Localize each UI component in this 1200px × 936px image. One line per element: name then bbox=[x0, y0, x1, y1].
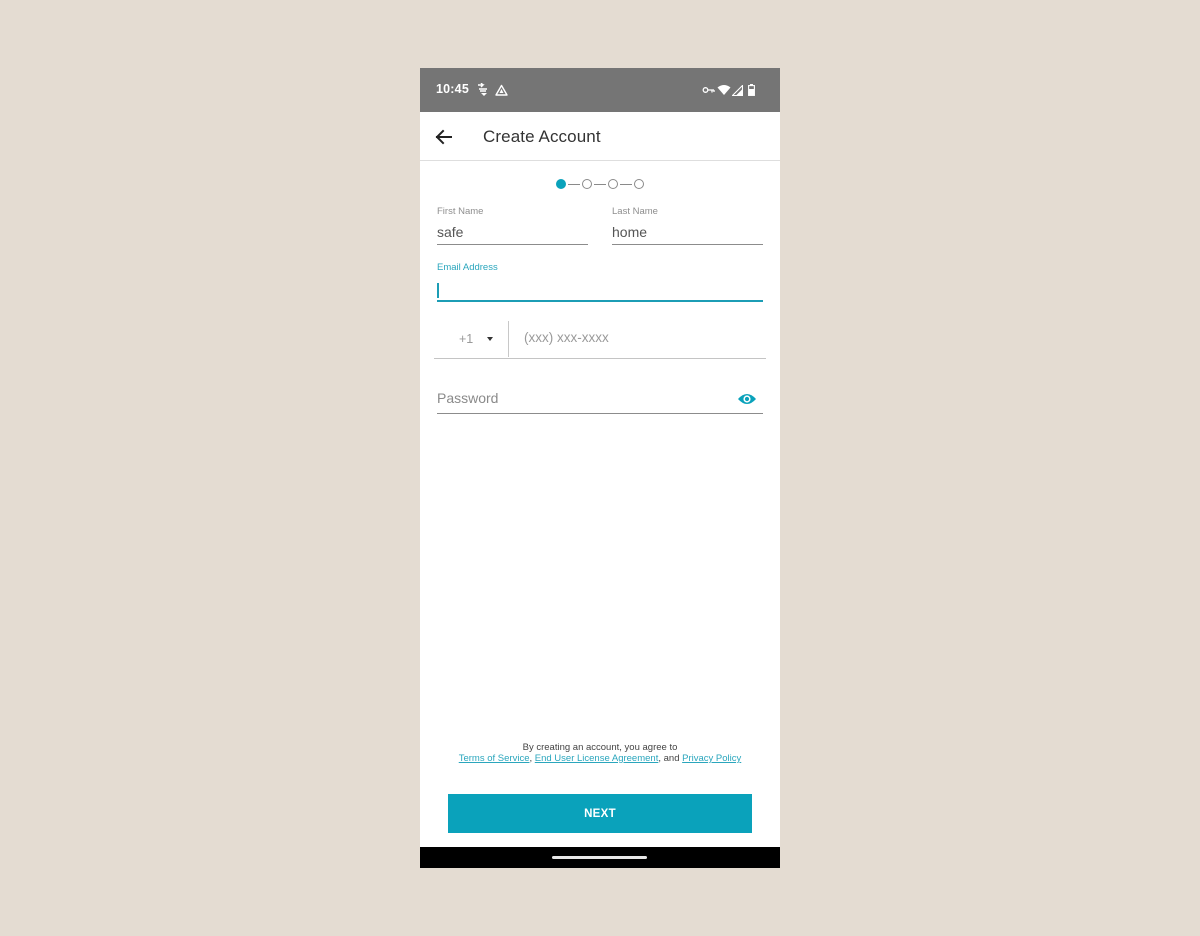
page-title: Create Account bbox=[483, 127, 601, 146]
status-bar: 10:45 bbox=[420, 68, 780, 112]
terms-of-service-link[interactable]: Terms of Service bbox=[459, 753, 530, 764]
step-4-indicator bbox=[634, 179, 644, 189]
password-input[interactable] bbox=[437, 390, 727, 406]
password-underline bbox=[437, 413, 763, 414]
eula-link[interactable]: End User License Agreement bbox=[535, 753, 659, 764]
system-navigation-bar bbox=[420, 847, 780, 868]
privacy-policy-link[interactable]: Privacy Policy bbox=[682, 753, 741, 764]
drive-icon bbox=[495, 82, 508, 98]
step-connector bbox=[620, 183, 632, 185]
first-name-input[interactable] bbox=[437, 224, 588, 240]
step-1-indicator bbox=[556, 179, 566, 189]
phone-screen: 10:45 Create Account First Name safe Las… bbox=[420, 68, 780, 868]
eye-icon bbox=[738, 394, 756, 404]
email-input[interactable] bbox=[437, 281, 763, 297]
progress-stepper bbox=[420, 178, 780, 190]
legal-separator: , and bbox=[658, 753, 683, 764]
next-button[interactable]: NEXT bbox=[448, 794, 752, 833]
first-name-underline bbox=[437, 244, 588, 245]
phone-field: +1 bbox=[434, 321, 766, 359]
home-gesture-handle[interactable] bbox=[552, 856, 647, 859]
legal-notice: By creating an account, you agree to Ter… bbox=[450, 742, 750, 764]
arrow-left-icon bbox=[435, 129, 452, 145]
email-field: Email Address bbox=[437, 262, 763, 304]
text-cursor bbox=[437, 283, 439, 298]
app-bar: Create Account bbox=[420, 112, 780, 161]
step-3-indicator bbox=[608, 179, 618, 189]
back-button[interactable] bbox=[432, 125, 456, 149]
last-name-label: Last Name bbox=[612, 206, 658, 217]
wifi-icon bbox=[717, 82, 731, 98]
email-label: Email Address bbox=[437, 262, 498, 273]
first-name-label: First Name bbox=[437, 206, 484, 217]
password-field bbox=[437, 388, 763, 414]
phone-input[interactable] bbox=[524, 330, 754, 345]
step-connector bbox=[568, 183, 580, 185]
toggle-password-visibility-button[interactable] bbox=[737, 391, 757, 407]
country-code-value: +1 bbox=[459, 332, 474, 346]
email-underline bbox=[437, 300, 763, 302]
last-name-field: Last Name bbox=[612, 206, 763, 246]
step-connector bbox=[594, 183, 606, 185]
legal-prefix: By creating an account, you agree to bbox=[522, 742, 678, 753]
country-code-dropdown-icon[interactable] bbox=[487, 337, 493, 341]
call-forwarding-icon bbox=[476, 82, 490, 98]
phone-divider bbox=[508, 321, 509, 357]
first-name-field: First Name bbox=[437, 206, 588, 246]
last-name-input[interactable] bbox=[612, 224, 763, 240]
vpn-key-icon bbox=[702, 82, 715, 98]
cell-signal-icon bbox=[732, 82, 743, 98]
last-name-underline bbox=[612, 244, 763, 245]
battery-icon bbox=[748, 82, 755, 98]
step-2-indicator bbox=[582, 179, 592, 189]
status-time: 10:45 bbox=[436, 82, 469, 96]
